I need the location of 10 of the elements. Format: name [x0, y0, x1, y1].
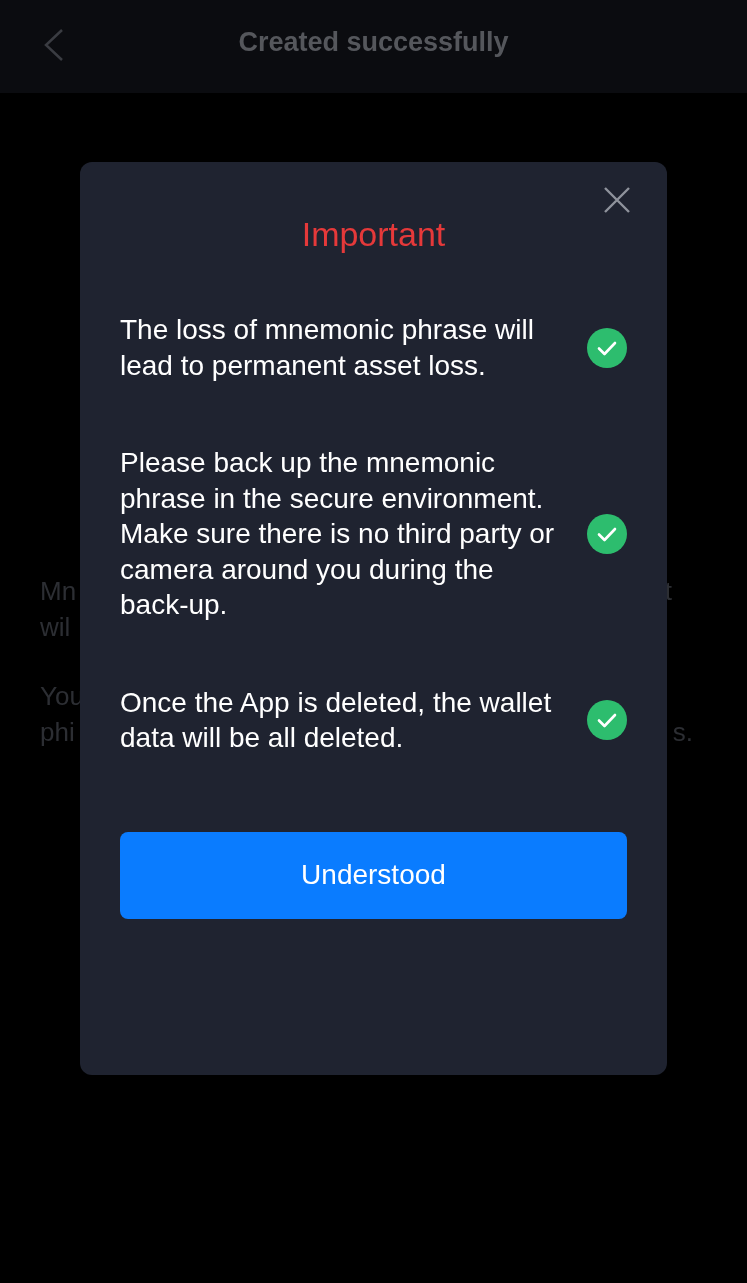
- close-icon[interactable]: [603, 186, 631, 214]
- page-title: Created successfully: [238, 27, 509, 58]
- check-icon[interactable]: [587, 513, 627, 554]
- notice-text: Please back up the mnemonic phrase in the secure environment. Make sure there is no third party or camera around you during the back-up.: [120, 446, 556, 622]
- check-icon[interactable]: [587, 700, 627, 740]
- notice-text: The loss of mnemonic phrase will lead to permanent asset loss.: [120, 313, 535, 383]
- understood-button[interactable]: Understood: [120, 831, 627, 919]
- notice-text: Once the App is deleted, the wallet data will be all deleted.: [120, 685, 553, 755]
- dialog-title: Important: [300, 214, 447, 254]
- check-icon[interactable]: [587, 327, 627, 368]
